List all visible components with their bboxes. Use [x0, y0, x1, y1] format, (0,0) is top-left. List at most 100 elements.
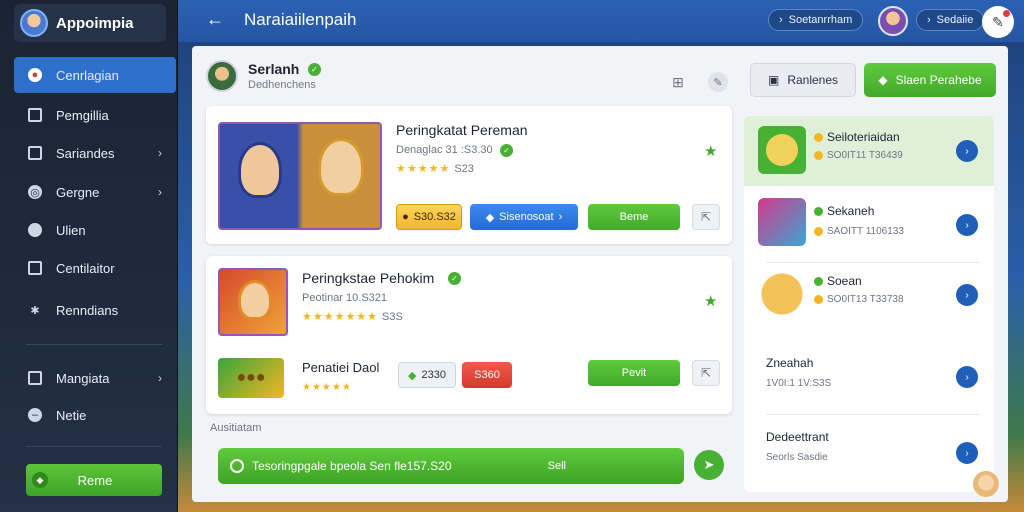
bolt-icon: ◆ [878, 73, 888, 87]
sidebar: Appoimpia ● Cenrlagian Pemgillia Sariand… [0, 0, 178, 512]
profile-avatar[interactable] [206, 60, 238, 92]
item-name: Soean [814, 274, 862, 288]
sidebar-divider [26, 344, 162, 345]
rating-value: S3S [382, 311, 403, 323]
share-icon[interactable]: ⇱ [692, 204, 720, 230]
header-secondary-button[interactable]: ▣ Ranlenes [750, 63, 856, 97]
chevron-right-icon[interactable]: › [956, 214, 978, 236]
badge-stars: ★★★★★ [302, 382, 352, 393]
coin-icon [814, 226, 823, 236]
chevron-right-icon[interactable]: › [956, 140, 978, 162]
discount-label: S360 [474, 369, 500, 381]
ranking-card-1: Peringkatat Pereman Denaglac 31 :S3.30 ✓… [206, 106, 732, 244]
mascot-avatar[interactable] [972, 470, 1000, 498]
user-avatar[interactable] [878, 6, 908, 36]
right-list: Seiloteriaidan SO0IT11 T36439 › Sekaneh … [744, 116, 994, 492]
target-icon: ◎ [28, 185, 42, 199]
notification-icon[interactable]: ✎ [982, 6, 1014, 38]
back-arrow-icon[interactable]: ← [206, 9, 224, 30]
verified-icon: ✓ [307, 63, 321, 77]
sidebar-item-label: Cenrlagian [56, 67, 119, 83]
sidebar-item-sariandes[interactable]: Sariandes › [14, 135, 176, 171]
top-bar: ← Naraiaiilenpaih › Soetanrrham › Sedaii… [178, 0, 1024, 42]
header-secondary-label: Ranlenes [787, 73, 839, 87]
save-icon: ▣ [767, 73, 780, 87]
visit-button[interactable]: Pevit [588, 360, 680, 386]
status-bar-right: Sell [547, 460, 566, 472]
list-item[interactable]: Sekaneh SAOITT 1106133 › [744, 192, 994, 262]
page-title: Naraiaiilenpaih [244, 10, 357, 29]
app-name: Appoimpia [56, 14, 134, 32]
share-icon[interactable]: ⇱ [692, 360, 720, 386]
sidebar-item-renndians[interactable]: ✱ Renndians [14, 292, 176, 328]
app-logo [20, 9, 48, 37]
sidebar-action-button[interactable]: ◆ Reme [26, 464, 162, 496]
chevron-right-icon: › [558, 211, 563, 223]
sidebar-divider [26, 446, 162, 447]
list-item[interactable]: Soean SO0IT13 T33738 › [744, 264, 994, 334]
verified-icon: ✓ [500, 144, 513, 157]
top-pill-button[interactable]: › Soetanrrham [768, 9, 864, 31]
user-icon [28, 223, 42, 237]
chevron-right-icon[interactable]: › [956, 366, 978, 388]
status-icon [814, 277, 823, 287]
favorite-star-icon[interactable]: ★ [704, 142, 717, 160]
info-icon: ◆ [485, 211, 495, 224]
item-meta: SAOITT 1106133 [814, 226, 904, 237]
app-brand[interactable]: Appoimpia [14, 4, 166, 42]
play-icon: ◆ [32, 472, 48, 488]
section-label: Ausitiatam [210, 422, 262, 434]
chevron-right-icon[interactable]: › [956, 442, 978, 464]
header-primary-button[interactable]: ◆ Slaen Perahebe [864, 63, 996, 97]
chevron-right-icon[interactable]: › [956, 284, 978, 306]
sidebar-item-mangiata[interactable]: Mangiata › [14, 360, 176, 396]
coin-icon: ● [402, 211, 409, 223]
sidebar-item-label: Sariandes [56, 145, 115, 161]
folder-icon [28, 146, 42, 160]
list-item[interactable]: Seiloteriaidan SO0IT11 T36439 › [744, 116, 994, 186]
coin-icon [814, 133, 823, 143]
profile-subtitle: Dedhenchens [248, 79, 316, 91]
item-thumbnail [758, 198, 806, 246]
status-bar-text: Tesoringpgale bpeola Sen fle157.S20 [252, 459, 452, 473]
score-button[interactable]: ◆ 2330 [398, 362, 456, 388]
chevron-right-icon: › [927, 14, 931, 26]
sidebar-item-pemgillia[interactable]: Pemgillia [14, 97, 176, 133]
game-thumbnail[interactable] [218, 268, 288, 336]
sidebar-item-label: Pemgillia [56, 107, 109, 123]
favorite-star-icon[interactable]: ★ [704, 292, 717, 310]
list-item[interactable]: Zneahah 1V0I:1 1V:S3S › [744, 344, 994, 414]
top-pill-button-2[interactable]: › Sedaiie [916, 9, 985, 31]
status-bar-button[interactable]: Tesoringpgale bpeola Sen fle157.S20 Sell [218, 448, 684, 484]
badge-label: Penatiei Daol [302, 360, 380, 375]
profile-header: Serlanh ✓ Dedhenchens [206, 60, 321, 92]
discount-button[interactable]: S360 [462, 362, 512, 388]
sidebar-item-ulien[interactable]: Ulien [14, 212, 176, 248]
divider [766, 414, 980, 415]
pet-face [766, 134, 798, 166]
hero-portrait [238, 280, 272, 320]
chevron-right-icon: › [158, 371, 162, 385]
price-button[interactable]: ● S30.S32 [396, 204, 462, 230]
card-title: Peringkatat Pereman [396, 122, 528, 138]
divider [766, 262, 980, 263]
settings-icon[interactable]: ✎ [708, 72, 728, 92]
sidebar-item-centilaitor[interactable]: Centilaitor [14, 250, 176, 286]
sidebar-item-netie[interactable]: – Netie [14, 397, 176, 433]
launch-fab-icon[interactable]: ➤ [694, 450, 724, 480]
visit-label: Pevit [621, 367, 647, 379]
rating-stars: ★★★★★★★ S3S [302, 311, 403, 323]
sidebar-item-cenrlagian[interactable]: ● Cenrlagian [14, 57, 176, 93]
price-label: S30.S32 [413, 211, 456, 223]
details-button[interactable]: ◆ Sisenosoat › [470, 204, 578, 230]
play-button[interactable]: Beme [588, 204, 680, 230]
card-meta: Peotinar 10.S321 [302, 292, 388, 304]
sidebar-item-gergne[interactable]: ◎ Gergne › [14, 174, 176, 210]
item-name: Sekaneh [814, 204, 874, 218]
gem-icon: ◆ [408, 369, 417, 382]
game-thumbnail[interactable] [218, 122, 382, 230]
grid-icon[interactable]: ⊞ [668, 72, 688, 92]
chevron-left-icon: › [779, 14, 783, 26]
calendar-icon [28, 261, 42, 275]
list-item[interactable]: Dedeettrant Seorls Sasdie › [744, 416, 994, 486]
